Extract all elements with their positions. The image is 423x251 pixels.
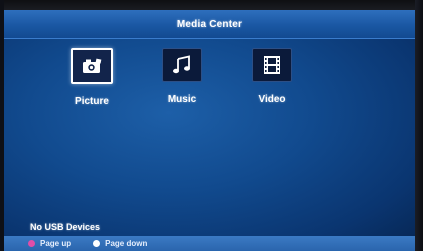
page-up-hint[interactable]: Page up [28, 239, 71, 248]
media-menu: Picture Music Video [60, 48, 304, 107]
footer-hint-bar: Page up Page down [4, 236, 415, 251]
page-title: Media Center [176, 18, 243, 30]
menu-item-picture[interactable]: Picture [60, 48, 124, 107]
menu-item-video[interactable]: Video [240, 48, 304, 107]
menu-item-label: Picture [75, 96, 109, 107]
media-center-screen: Media Center Picture Music Video No USB … [0, 0, 423, 251]
page-down-hint[interactable]: Page down [93, 239, 147, 248]
page-up-label: Page up [40, 239, 72, 248]
tv-bezel-top [0, 0, 423, 10]
picture-icon[interactable] [71, 48, 113, 84]
usb-status-text: No USB Devices [30, 222, 101, 232]
white-button-icon [93, 240, 101, 247]
menu-item-label: Video [258, 94, 286, 105]
red-button-icon [28, 240, 35, 247]
video-icon[interactable] [252, 48, 292, 82]
music-icon[interactable] [162, 48, 202, 82]
page-down-label: Page down [105, 239, 148, 248]
title-bar: Media Center [4, 10, 415, 39]
menu-item-label: Music [167, 94, 197, 105]
menu-item-music[interactable]: Music [150, 48, 214, 107]
tv-bezel-right [415, 0, 423, 251]
